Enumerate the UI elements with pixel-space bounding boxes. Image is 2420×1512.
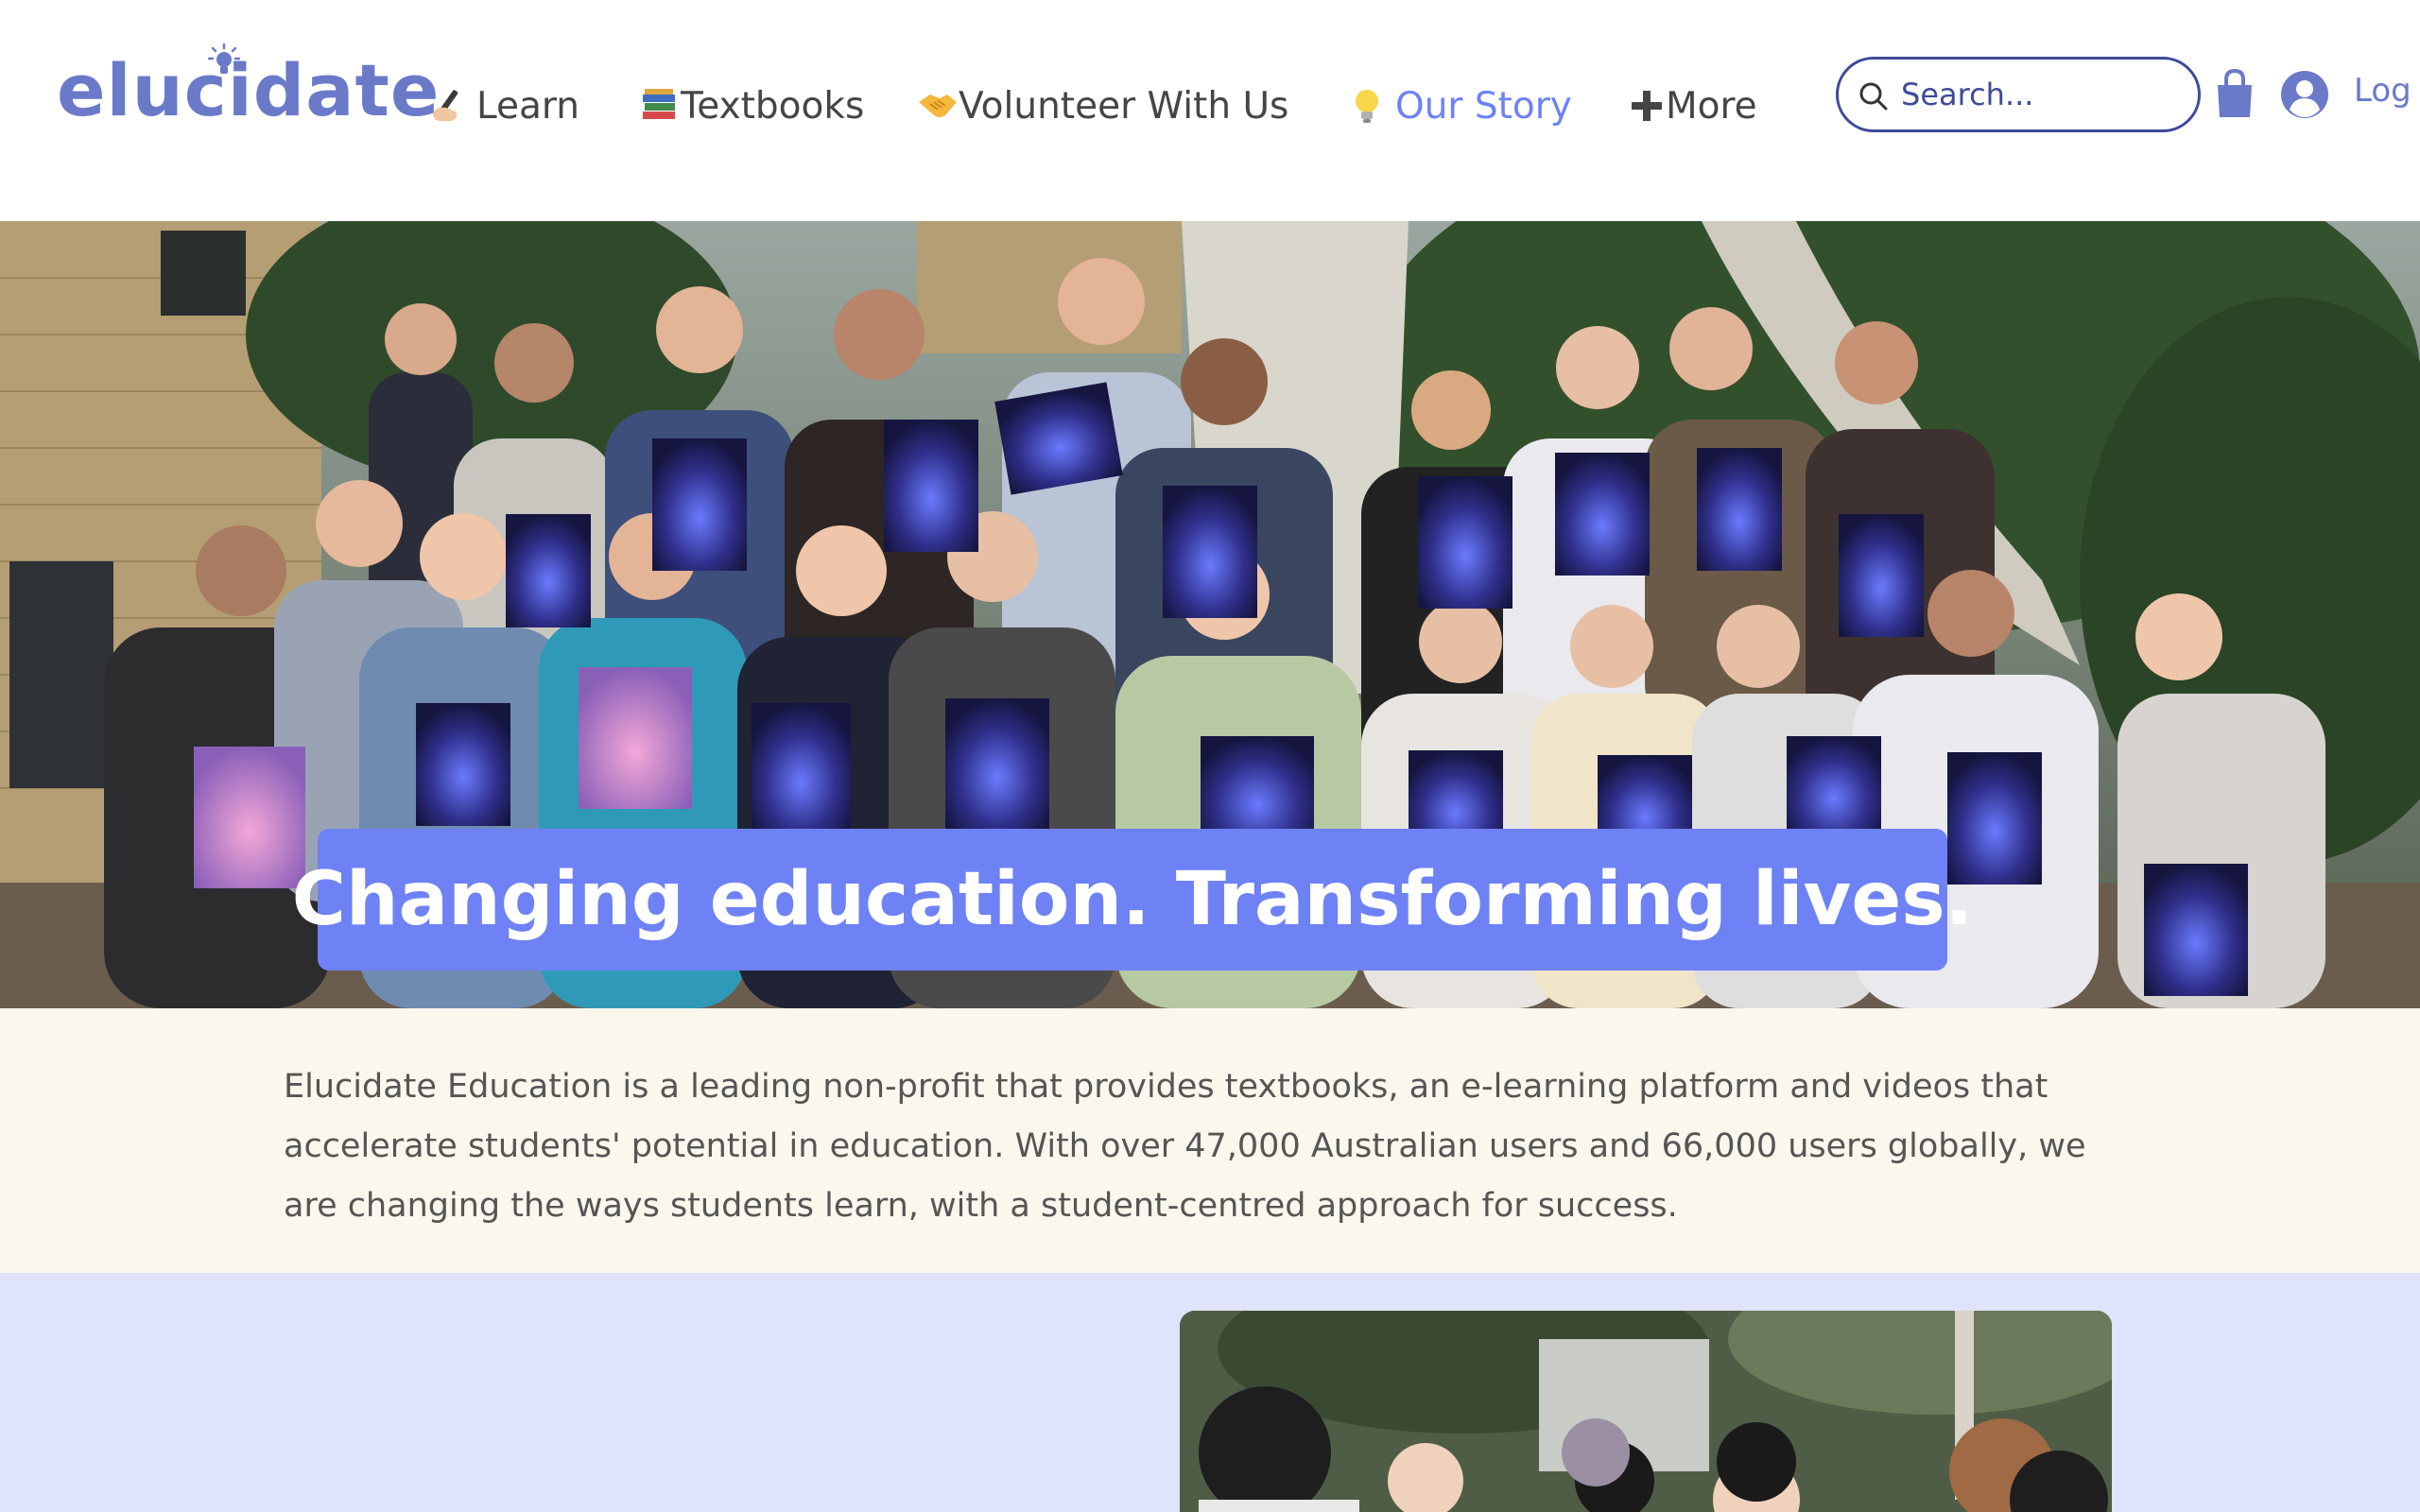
books-icon xyxy=(643,89,675,119)
logo-lightbulb-icon xyxy=(208,43,240,74)
login-link[interactable]: Log xyxy=(2354,72,2411,110)
intro-section: Elucidate Education is a leading non-pro… xyxy=(0,1008,2420,1273)
site-header: elucidate Learn Textbooks Volunteer With… xyxy=(0,0,2420,221)
nav-label: Volunteer With Us xyxy=(959,84,1289,128)
nav-item-textbooks[interactable]: Textbooks xyxy=(639,77,864,134)
plus-icon xyxy=(1632,91,1662,121)
logo-wordmark: elucidate xyxy=(57,48,441,132)
writing-hand-icon xyxy=(433,90,458,121)
nav-label: Learn xyxy=(476,84,580,128)
shopping-bag-icon[interactable] xyxy=(2214,68,2256,119)
user-avatar-icon[interactable] xyxy=(2280,70,2329,119)
nav-item-our-story[interactable]: Our Story xyxy=(1346,77,1572,134)
students-studying-image xyxy=(1180,1311,2112,1512)
elucidate-logo[interactable]: elucidate xyxy=(57,43,439,147)
nav-item-more[interactable]: More xyxy=(1628,77,1757,134)
hero-tagline: Changing education. Transforming lives. xyxy=(291,857,1974,942)
hero-section: Changing education. Transforming lives. xyxy=(0,221,2420,1008)
nav-item-volunteer[interactable]: Volunteer With Us xyxy=(917,77,1288,134)
search-box[interactable] xyxy=(1836,57,2201,132)
nav-label: Our Story xyxy=(1395,84,1572,128)
nav-item-learn[interactable]: Learn xyxy=(427,77,579,134)
search-icon[interactable] xyxy=(1856,78,1892,114)
lower-section xyxy=(0,1273,2420,1512)
search-input[interactable] xyxy=(1901,73,2185,116)
nav-label: More xyxy=(1666,84,1757,128)
handshake-icon xyxy=(919,94,957,117)
lightbulb-icon xyxy=(1356,90,1378,123)
hero-banner: Changing education. Transforming lives. xyxy=(292,829,1973,971)
intro-paragraph: Elucidate Education is a leading non-pro… xyxy=(284,1068,2086,1225)
students-studying-photo xyxy=(1180,1311,2112,1512)
nav-label: Textbooks xyxy=(681,84,865,128)
